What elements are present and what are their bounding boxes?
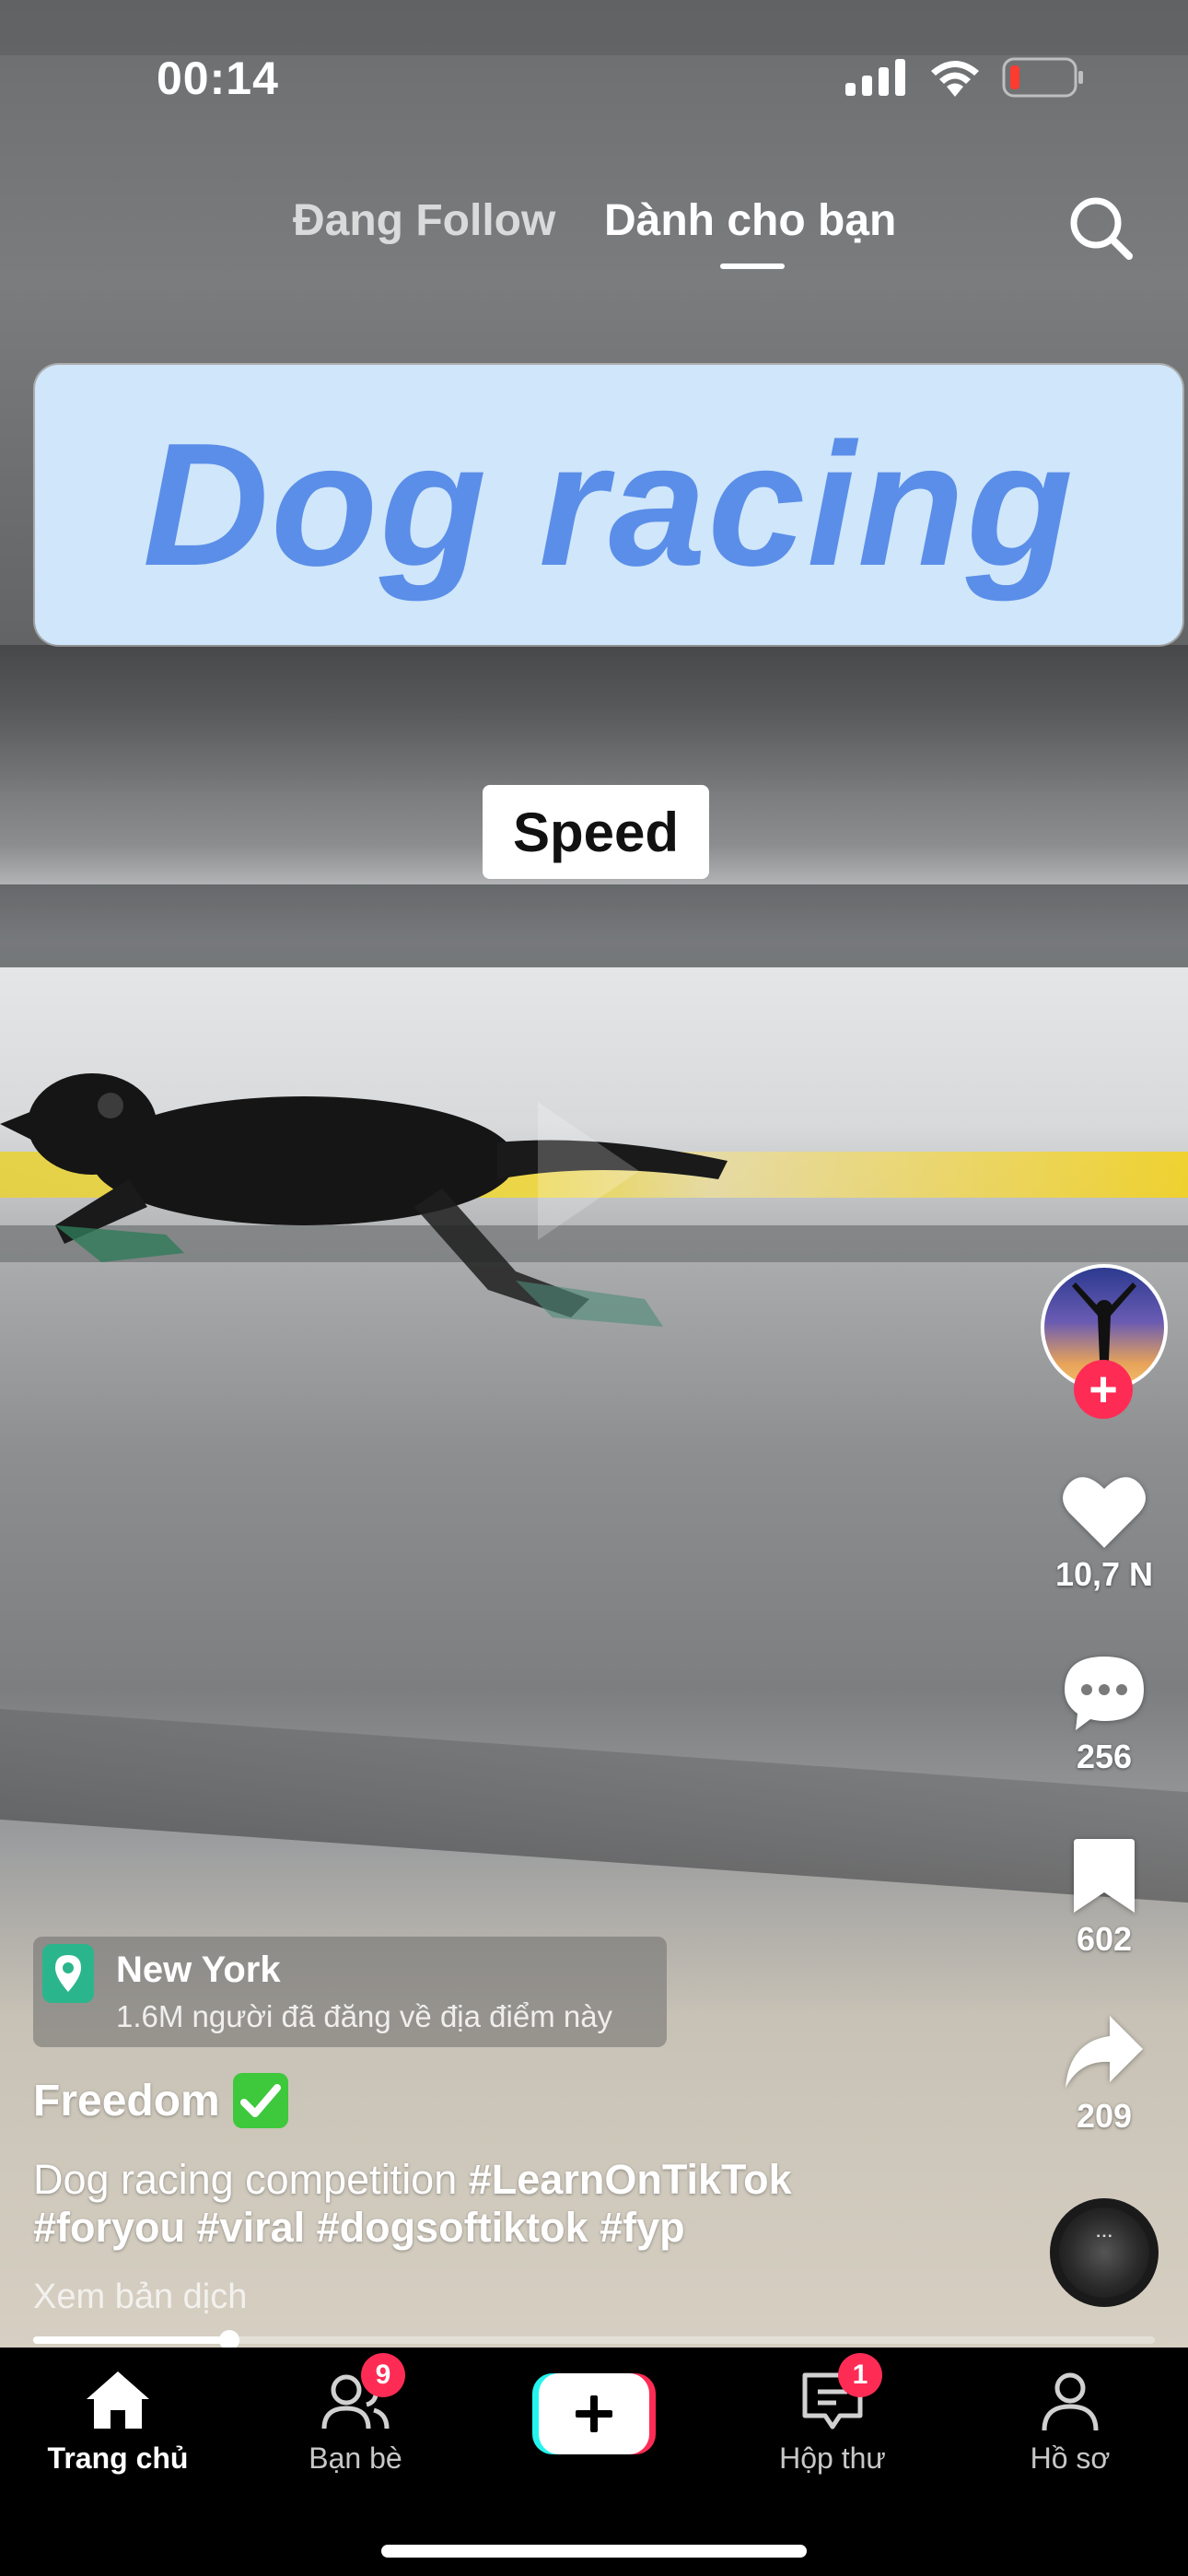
bottom-nav: Trang chủ 9 Bạn bè 1 Hộp thư Hồ sơ — [0, 2348, 1188, 2576]
share-arrow-icon — [1066, 2016, 1143, 2088]
nav-profile-label: Hồ sơ — [1030, 2441, 1111, 2475]
video-title-card: Dog racing — [35, 365, 1182, 645]
home-icon — [87, 2371, 149, 2429]
location-pin-icon — [42, 1944, 94, 2003]
profile-icon — [1042, 2372, 1099, 2431]
like-button[interactable]: 10,7 N — [1041, 1472, 1168, 1594]
tiktok-feed-screen: 00:14 Đang Follow Dành cho bạn Dog racin… — [0, 0, 1188, 2576]
save-button[interactable]: 602 — [1041, 1837, 1168, 1959]
video-curb — [0, 1708, 1188, 1903]
video-title-text: Dog racing — [142, 407, 1076, 603]
search-icon[interactable] — [1061, 190, 1138, 267]
location-name: New York — [116, 1950, 281, 1990]
location-card[interactable]: New York 1.6M người đã đăng về địa điểm … — [33, 1937, 667, 2047]
nav-friends[interactable]: 9 Bạn bè — [245, 2353, 466, 2476]
video-caption: Dog racing competition #LearnOnTikTok #f… — [33, 2156, 1009, 2252]
nav-home-label: Trang chủ — [47, 2441, 189, 2475]
share-button[interactable]: 209 — [1041, 2014, 1168, 2136]
cellular-signal-icon — [845, 59, 905, 96]
create-post-button[interactable] — [532, 2373, 656, 2454]
share-count: 209 — [1076, 2097, 1133, 2135]
inbox-badge: 1 — [838, 2353, 882, 2397]
video-blur-band — [0, 0, 1188, 55]
tab-following[interactable]: Đang Follow — [293, 195, 555, 246]
nav-profile[interactable]: Hồ sơ — [960, 2364, 1181, 2476]
nav-inbox[interactable]: 1 Hộp thư — [722, 2353, 943, 2476]
comment-icon — [1065, 1657, 1144, 1730]
play-icon — [538, 1102, 639, 1240]
tab-for-you[interactable]: Dành cho bạn — [604, 195, 896, 246]
wifi-icon — [931, 61, 979, 97]
like-count: 10,7 N — [1054, 1555, 1154, 1593]
location-subtitle: 1.6M người đã đăng về địa điểm này — [116, 1999, 613, 2033]
video-speed-tag: Speed — [483, 785, 709, 879]
battery-icon — [1002, 57, 1083, 98]
status-icons — [845, 57, 1085, 98]
music-disc-art: ▪ ▪ ▪ — [1096, 2231, 1112, 2242]
hashtag-links[interactable]: #foryou #viral #dogsoftiktok #fyp — [33, 2204, 685, 2251]
check-box-emoji-icon — [232, 2073, 288, 2128]
author-name: Freedom — [33, 2076, 220, 2125]
active-tab-indicator — [720, 263, 785, 269]
video-progress-fill — [33, 2336, 230, 2344]
music-disc[interactable]: ▪ ▪ ▪ — [1050, 2198, 1159, 2307]
home-indicator — [381, 2545, 807, 2558]
comment-count: 256 — [1076, 1738, 1133, 1775]
video-progress-bar[interactable] — [33, 2330, 1155, 2350]
hashtag-link[interactable]: #LearnOnTikTok — [469, 2156, 792, 2203]
nav-home[interactable]: Trang chủ — [7, 2364, 228, 2476]
author-row[interactable]: Freedom — [33, 2073, 288, 2128]
caption-text: Dog racing competition — [33, 2156, 458, 2203]
status-time: 00:14 — [157, 53, 279, 104]
heart-icon — [1063, 1477, 1146, 1548]
video-blur-band — [0, 884, 1188, 967]
save-count: 602 — [1076, 1920, 1133, 1958]
friends-badge: 9 — [361, 2353, 405, 2397]
see-translation-link[interactable]: Xem bản dịch — [33, 2277, 247, 2317]
follow-plus-button[interactable]: + — [1074, 1360, 1133, 1419]
video-blur-band — [0, 645, 1188, 792]
bookmark-icon — [1074, 1839, 1135, 1913]
checkmark-icon — [239, 2084, 281, 2117]
nav-friends-label: Bạn bè — [309, 2441, 402, 2475]
comment-button[interactable]: 256 — [1041, 1655, 1168, 1776]
nav-inbox-label: Hộp thư — [779, 2441, 886, 2475]
feed-tabs: Đang Follow Dành cho bạn — [0, 195, 1188, 269]
